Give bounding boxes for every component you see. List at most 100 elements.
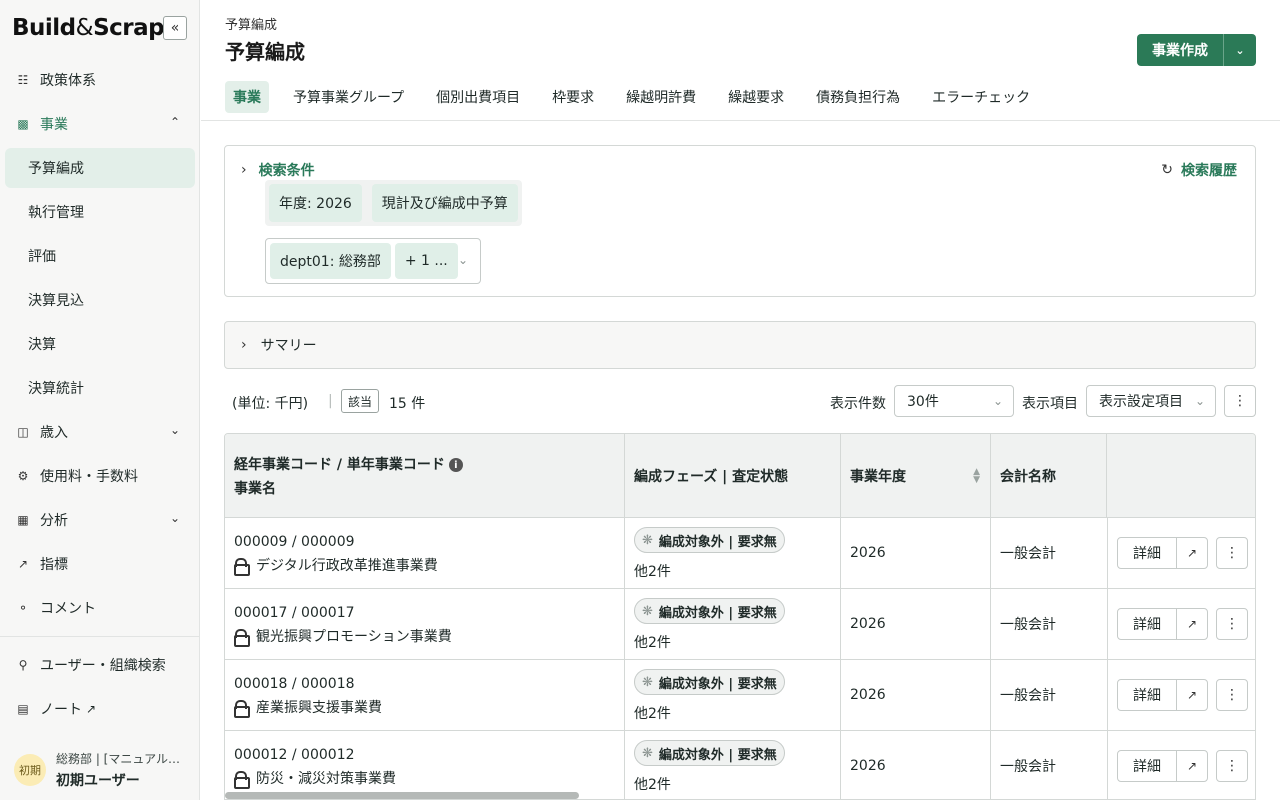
page-size-value: 30件: [907, 394, 939, 410]
sidebar-item-comments[interactable]: ⚬ コメント: [0, 586, 200, 630]
sidebar-subitem-evaluation[interactable]: 評価: [0, 234, 200, 278]
chevron-right-icon: ›: [241, 162, 247, 178]
user-menu[interactable]: 初期 総務部 | [マニュアル… 初期ユーザー: [0, 740, 200, 800]
phase-more[interactable]: 他2件: [634, 632, 671, 652]
header-year[interactable]: 事業年度 ▲ ▼: [841, 434, 991, 518]
tab-debt-obligation[interactable]: 債務負担行為: [808, 81, 908, 113]
table-row[interactable]: 000012 / 000012 防災・減災対策事業費 ❋ 編成対象外 | 要求無 …: [225, 731, 1255, 799]
project-name: デジタル行政改革推進事業費: [234, 555, 438, 576]
tab-carryover-expense[interactable]: 繰越明許費: [618, 81, 704, 113]
tab-individual-expense[interactable]: 個別出費項目: [428, 81, 528, 113]
header-year-label: 事業年度: [850, 469, 906, 485]
horizontal-scrollbar[interactable]: [225, 792, 579, 799]
collapse-sidebar-button[interactable]: «: [163, 16, 187, 40]
sidebar-item-label: 歳入: [40, 425, 68, 441]
table-row[interactable]: 000009 / 000009 デジタル行政改革推進事業費 ❋ 編成対象外 | 要…: [225, 518, 1255, 589]
phase-more[interactable]: 他2件: [634, 561, 671, 581]
sidebar-subitem-execution[interactable]: 執行管理: [0, 190, 200, 234]
row-more-button[interactable]: ⋮: [1216, 679, 1248, 711]
brand-logo[interactable]: Build&Scrap: [12, 12, 165, 44]
table-row[interactable]: 000018 / 000018 産業振興支援事業費 ❋ 編成対象外 | 要求無 他…: [225, 660, 1255, 731]
sidebar: Build&Scrap « ☷ 政策体系 ▩ 事業 ⌃ 予算編成 執行管理 評価…: [0, 0, 200, 800]
cell-year: 2026: [841, 518, 991, 588]
tabs-divider: [201, 120, 1280, 121]
external-link-icon: ↗: [1186, 546, 1198, 560]
phase-more[interactable]: 他2件: [634, 774, 671, 794]
sidebar-item-revenue[interactable]: ◫ 歳入 ⌄: [0, 410, 200, 454]
sidebar-subitem-settlement[interactable]: 決算: [0, 322, 200, 366]
search-conditions-toggle[interactable]: › 検索条件: [241, 160, 315, 180]
cell-actions: 詳細 ↗ ⋮: [1107, 660, 1255, 730]
open-new-window-button[interactable]: ↗: [1177, 538, 1207, 568]
page-size-select[interactable]: 30件 ⌄: [894, 385, 1014, 417]
create-project-button[interactable]: 事業作成: [1137, 34, 1224, 66]
sidebar-item-label: 政策体系: [40, 73, 96, 89]
sidebar-subitem-label: 執行管理: [28, 205, 84, 221]
project-name-text: デジタル行政改革推進事業費: [256, 558, 438, 574]
tab-frame-request[interactable]: 枠要求: [544, 81, 602, 113]
phase-text: 編成対象外 | 要求無: [658, 605, 777, 621]
search-history-button[interactable]: ↻ 検索履歴: [1161, 160, 1237, 180]
detail-button-group: 詳細 ↗: [1117, 679, 1208, 711]
breadcrumb[interactable]: 予算編成: [225, 14, 277, 33]
cell-phase: ❋ 編成対象外 | 要求無 他2件: [625, 518, 841, 588]
cell-code-name: 000017 / 000017 観光振興プロモーション事業費: [225, 589, 625, 659]
project-name-text: 防災・減災対策事業費: [256, 771, 396, 787]
trend-icon: ↗: [17, 557, 29, 571]
create-dropdown-button[interactable]: ⌄: [1224, 34, 1256, 66]
table-row[interactable]: 000017 / 000017 観光振興プロモーション事業費 ❋ 編成対象外 | …: [225, 589, 1255, 660]
open-new-window-button[interactable]: ↗: [1177, 751, 1207, 781]
tab-budget-group[interactable]: 予算事業グループ: [285, 81, 412, 113]
toolbar-more-button[interactable]: ⋮: [1224, 385, 1256, 417]
sidebar-item-analysis[interactable]: ▦ 分析 ⌄: [0, 498, 200, 542]
cell-code-name: 000009 / 000009 デジタル行政改革推進事業費: [225, 518, 625, 588]
row-more-button[interactable]: ⋮: [1216, 608, 1248, 640]
sidebar-subitem-label: 決算見込: [28, 293, 84, 309]
year-chip[interactable]: 年度: 2026: [269, 184, 362, 222]
sidebar-item-user-search[interactable]: ⚲ ユーザー・組織検索: [0, 643, 200, 687]
create-project-button-group: 事業作成 ⌄: [1137, 34, 1256, 66]
columns-select[interactable]: 表示設定項目 ⌄: [1086, 385, 1216, 417]
sidebar-item-project[interactable]: ▩ 事業 ⌃: [0, 102, 200, 146]
sidebar-item-fees[interactable]: ⚙ 使用料・手数料: [0, 454, 200, 498]
sidebar-subitem-budget[interactable]: 予算編成: [5, 148, 195, 188]
sidebar-item-policy[interactable]: ☷ 政策体系: [0, 58, 200, 102]
detail-button[interactable]: 詳細: [1118, 609, 1177, 639]
cell-account: 一般会計: [1000, 617, 1056, 633]
tab-project[interactable]: 事業: [225, 81, 269, 113]
info-icon[interactable]: i: [448, 458, 463, 472]
sidebar-subitem-settlement-forecast[interactable]: 決算見込: [0, 278, 200, 322]
detail-button[interactable]: 詳細: [1118, 751, 1177, 781]
phase-more[interactable]: 他2件: [634, 703, 671, 723]
sidebar-item-label: 使用料・手数料: [40, 469, 138, 485]
department-chip: dept01: 総務部: [270, 243, 391, 279]
columns-value: 表示設定項目: [1099, 394, 1183, 410]
tab-carryover-request[interactable]: 繰越要求: [720, 81, 792, 113]
detail-button[interactable]: 詳細: [1118, 538, 1177, 568]
sidebar-item-indicators[interactable]: ↗ 指標: [0, 542, 200, 586]
lock-icon: [234, 558, 250, 576]
summary-panel[interactable]: › サマリー: [224, 321, 1256, 369]
row-more-button[interactable]: ⋮: [1216, 537, 1248, 569]
cell-year: 2026: [841, 589, 991, 659]
detail-button[interactable]: 詳細: [1118, 680, 1177, 710]
budget-scope-chip[interactable]: 現計及び編成中予算: [371, 184, 518, 222]
condition-chips: 年度: 2026 現計及び編成中予算: [265, 180, 522, 226]
kebab-icon: ⋮: [1225, 616, 1239, 632]
sidebar-subitem-settlement-stats[interactable]: 決算統計: [0, 366, 200, 410]
unit-label: (単位: 千円): [232, 396, 309, 412]
sort-icon[interactable]: ▲ ▼: [973, 468, 980, 485]
tab-error-check[interactable]: エラーチェック: [924, 81, 1038, 113]
cell-actions: 詳細 ↗ ⋮: [1107, 589, 1255, 659]
department-select[interactable]: dept01: 総務部 + 1 ... ⌄: [265, 238, 481, 284]
table-toolbar: (単位: 千円) | 該当 15 件 表示件数 30件 ⌄ 表示項目 表示設定項…: [224, 385, 1256, 417]
project-name-text: 観光振興プロモーション事業費: [256, 629, 452, 645]
cell-code-name: 000012 / 000012 防災・減災対策事業費: [225, 731, 625, 799]
columns-label: 表示項目: [1022, 396, 1078, 412]
fee-icon: ⚙: [17, 469, 29, 483]
open-new-window-button[interactable]: ↗: [1177, 609, 1207, 639]
row-more-button[interactable]: ⋮: [1216, 750, 1248, 782]
sidebar-subitem-label: 決算: [28, 337, 56, 353]
sidebar-item-notes[interactable]: ▤ ノート ↗: [0, 687, 200, 731]
open-new-window-button[interactable]: ↗: [1177, 680, 1207, 710]
